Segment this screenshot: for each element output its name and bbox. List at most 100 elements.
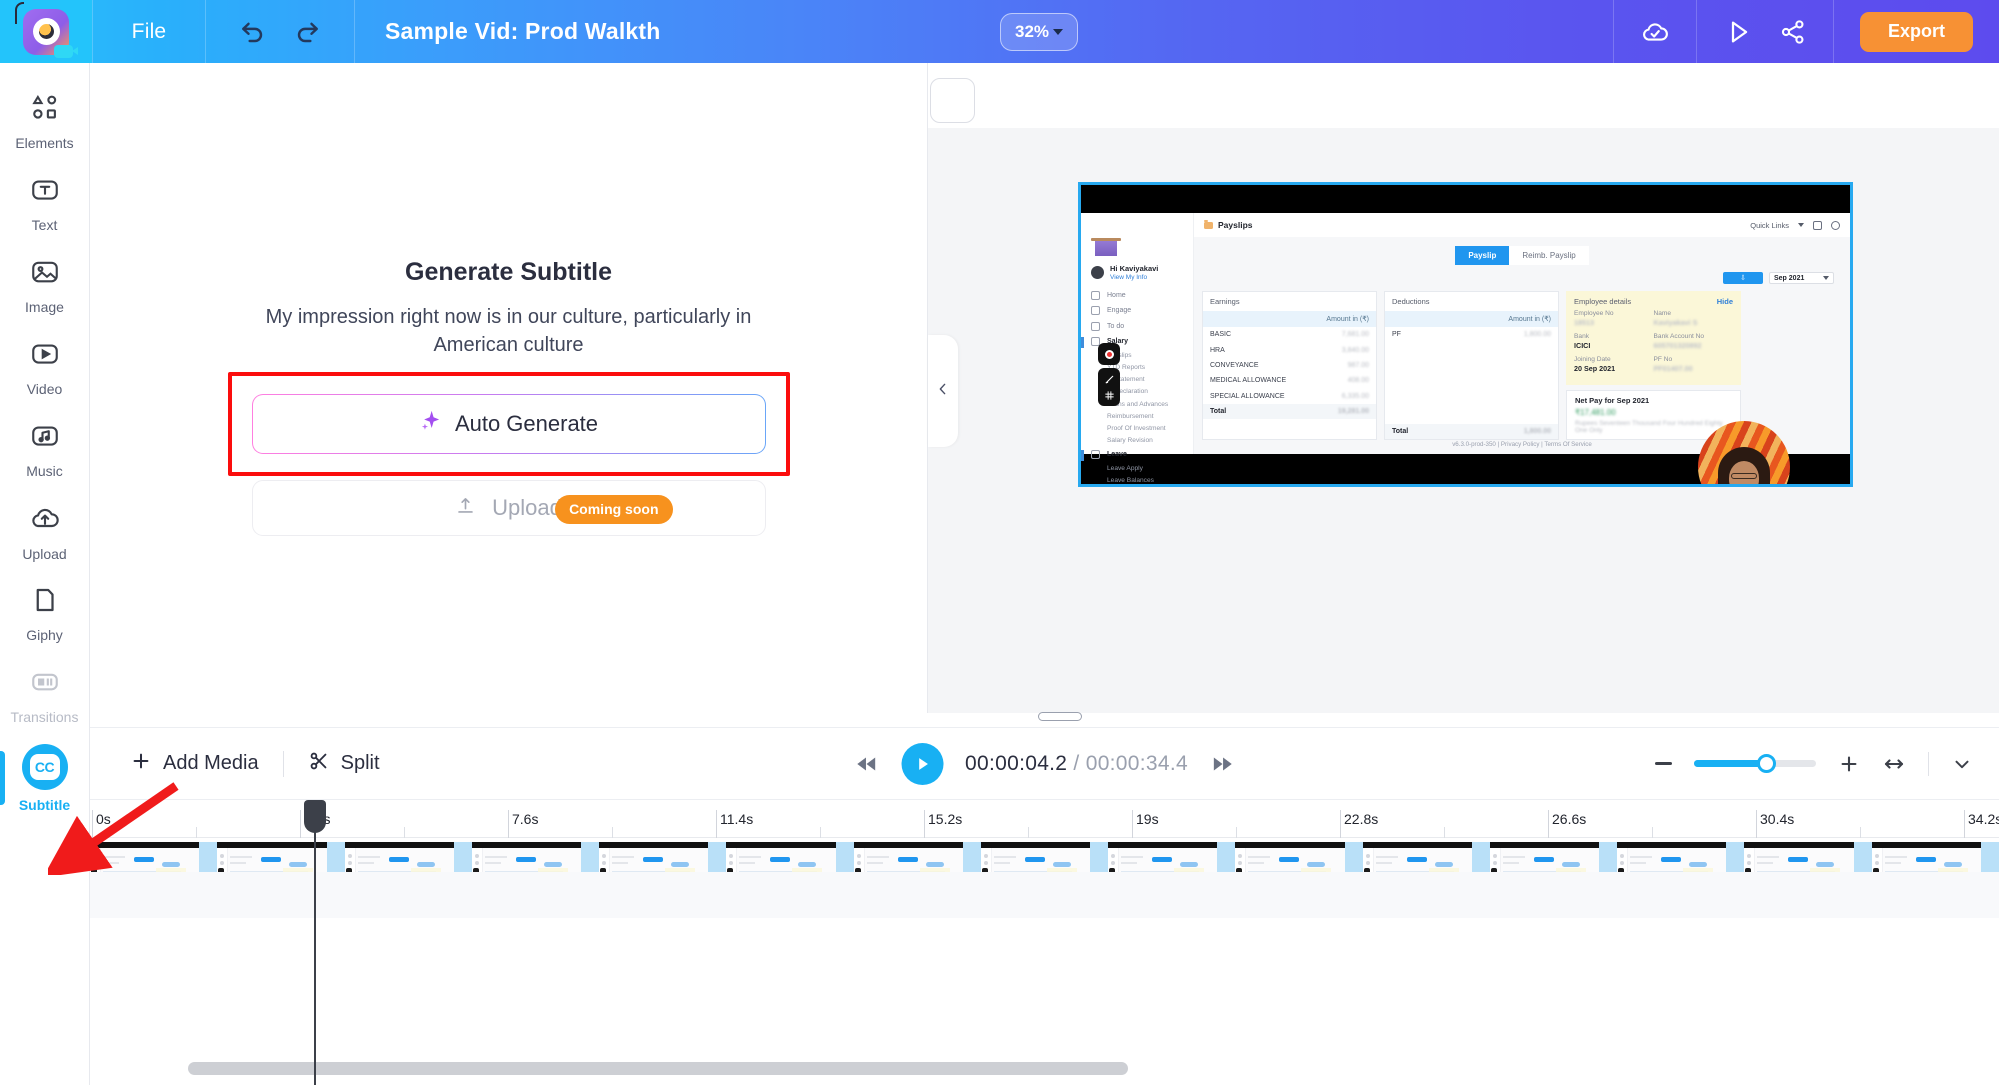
month-value: Sep 2021 <box>1774 274 1805 282</box>
export-label: Export <box>1887 21 1945 41</box>
field-value: 605701320892 <box>1653 341 1702 350</box>
avatar <box>1091 265 1104 279</box>
quick-links-label: Quick Links <box>1750 220 1789 230</box>
export-button[interactable]: Export <box>1859 11 1973 52</box>
sidebar-item-music[interactable]: Music <box>0 409 90 491</box>
grid-icon[interactable] <box>1098 387 1120 403</box>
scissors-icon <box>308 750 330 778</box>
cloud-check-icon[interactable] <box>1640 17 1670 47</box>
earnings-card: Earnings Amount in (₹) BASIC 7,681.00 HRA… <box>1202 291 1377 440</box>
leave-icon <box>1091 449 1100 459</box>
sidebar-item-label: Subtitle <box>18 796 71 813</box>
breadcrumb-label: Payslips <box>1218 220 1253 230</box>
folder-icon <box>1204 219 1213 229</box>
playback-time: 00:00:04.2 / 00:00:34.4 <box>965 752 1188 776</box>
table-row: BASIC 7,681.00 <box>1203 327 1376 342</box>
row-label: BASIC <box>1210 331 1232 339</box>
header-divider <box>1832 0 1834 63</box>
download-icon[interactable]: ⇩ <box>1723 272 1763 284</box>
slider-knob[interactable] <box>1757 754 1777 773</box>
sidebar-item-video[interactable]: Video <box>0 327 90 409</box>
hr-nav-sub: Leave Calendar <box>1081 487 1193 488</box>
upload-label: Upload <box>492 494 562 520</box>
timeline[interactable]: 0s3.8s7.6s11.4s15.2s19s22.8s26.6s30.4s34… <box>90 799 1999 1085</box>
deductions-amount-col: Amount in (₹) <box>1385 311 1558 327</box>
playhead-handle[interactable] <box>304 800 326 833</box>
hide-link[interactable]: Hide <box>1717 297 1733 306</box>
sidebar-item-label: Giphy <box>26 627 63 643</box>
fast-forward-icon[interactable] <box>1210 751 1236 777</box>
current-time: 00:00:04.2 <box>965 751 1068 775</box>
timeline-horizontal-scrollbar[interactable] <box>188 1062 1128 1075</box>
field-value: 20 Sep 2021 <box>1574 364 1616 373</box>
auto-generate-button[interactable]: Auto Generate <box>252 394 766 454</box>
play-present-icon[interactable] <box>1723 17 1753 47</box>
chevron-down-icon <box>1053 29 1064 35</box>
total-time: 00:00:34.4 <box>1085 751 1188 775</box>
month-selector[interactable]: Sep 2021 <box>1769 272 1834 284</box>
tab-payslip[interactable]: Payslip <box>1455 246 1510 265</box>
row-amount: 1,800.00 <box>1523 331 1551 339</box>
total-label: Total <box>1392 427 1409 435</box>
field-value: 18513 <box>1574 318 1594 327</box>
field-value: Kaviyakavi S <box>1653 318 1698 327</box>
total-label: Total <box>1210 408 1227 416</box>
row-label: MEDICAL ALLOWANCE <box>1210 377 1287 385</box>
sidebar-item-label: Video <box>26 381 63 397</box>
secondary-track[interactable] <box>90 872 1999 918</box>
share-icon[interactable] <box>1779 18 1807 46</box>
sidebar-item-image[interactable]: Image <box>0 245 90 327</box>
sidebar-item-giphy[interactable]: Giphy <box>0 573 90 655</box>
file-menu-button[interactable]: File <box>93 0 205 63</box>
upload-subtitle-button[interactable]: Upload Coming soon <box>251 479 766 536</box>
chevron-down-icon[interactable] <box>1951 753 1973 775</box>
zoom-level-value: 32% <box>1015 22 1050 41</box>
table-row: SPECIAL ALLOWANCE 6,335.00 <box>1203 389 1376 404</box>
fit-width-icon[interactable] <box>1882 752 1906 776</box>
play-button[interactable] <box>901 742 944 785</box>
zoom-in-button[interactable] <box>1838 753 1860 775</box>
sidebar-item-text[interactable]: Text <box>0 163 90 245</box>
timeline-ruler[interactable]: 0s3.8s7.6s11.4s15.2s19s22.8s26.6s30.4s34… <box>90 800 1999 838</box>
resize-handle[interactable] <box>1038 712 1082 721</box>
total-amount: 1,800.00 <box>1523 427 1551 435</box>
employee-details-card: Employee details Hide Employee No 18513 N… <box>1566 291 1741 440</box>
hr-app-sidebar: Hi Kaviyakavi View My Info Home Engage T… <box>1081 213 1194 484</box>
hr-nav-sub: Reimbursement <box>1107 412 1154 420</box>
zoom-level-selector[interactable]: 32% <box>1000 13 1079 51</box>
rewind-icon[interactable] <box>853 751 879 777</box>
recorded-screen-content: Hi Kaviyakavi View My Info Home Engage T… <box>1081 213 1850 484</box>
chevron-left-icon <box>935 381 951 402</box>
field-key: Employee No <box>1574 310 1614 317</box>
project-title[interactable]: Sample Vid: Prod Walkth <box>355 18 661 45</box>
aspect-ratio-button[interactable] <box>930 78 975 123</box>
add-media-button[interactable]: Add Media <box>114 750 275 778</box>
video-preview-frame[interactable]: Hi Kaviyakavi View My Info Home Engage T… <box>1078 182 1853 487</box>
total-amount: 19,281.00 <box>1337 408 1369 416</box>
sidebar-item-label: Upload <box>22 546 67 562</box>
table-row: PF 1,800.00 <box>1385 327 1558 342</box>
field-key: Bank Account No <box>1653 333 1705 340</box>
row-amount: 987.00 <box>1347 361 1369 369</box>
hr-nav-sub: Salary Revision <box>1107 437 1153 445</box>
pen-icon[interactable] <box>1098 371 1120 387</box>
sidebar-item-upload[interactable]: Upload <box>0 491 90 573</box>
split-button[interactable]: Split <box>292 750 396 778</box>
plus-icon <box>130 750 152 778</box>
tab-reimb-payslip[interactable]: Reimb. Payslip <box>1509 246 1589 265</box>
sparkle-icon <box>419 409 442 438</box>
sidebar-item-transitions[interactable]: Transitions <box>0 655 90 737</box>
zoom-out-button[interactable] <box>1655 762 1672 765</box>
hr-nav-sub: Leave Apply <box>1107 464 1143 472</box>
record-button-icon[interactable] <box>1098 343 1120 365</box>
sidebar-item-subtitle[interactable]: CC Subtitle <box>0 737 90 819</box>
undo-icon[interactable] <box>238 18 266 46</box>
row-label: PF <box>1392 331 1401 339</box>
panel-collapse-button[interactable] <box>928 335 958 447</box>
app-logo[interactable] <box>0 0 92 63</box>
sidebar-item-elements[interactable]: Elements <box>0 81 90 163</box>
redo-icon[interactable] <box>294 18 322 46</box>
timeline-zoom-slider[interactable] <box>1694 754 1816 773</box>
recorder-toolbar[interactable] <box>1098 343 1120 406</box>
table-row: CONVEYANCE 987.00 <box>1203 358 1376 373</box>
